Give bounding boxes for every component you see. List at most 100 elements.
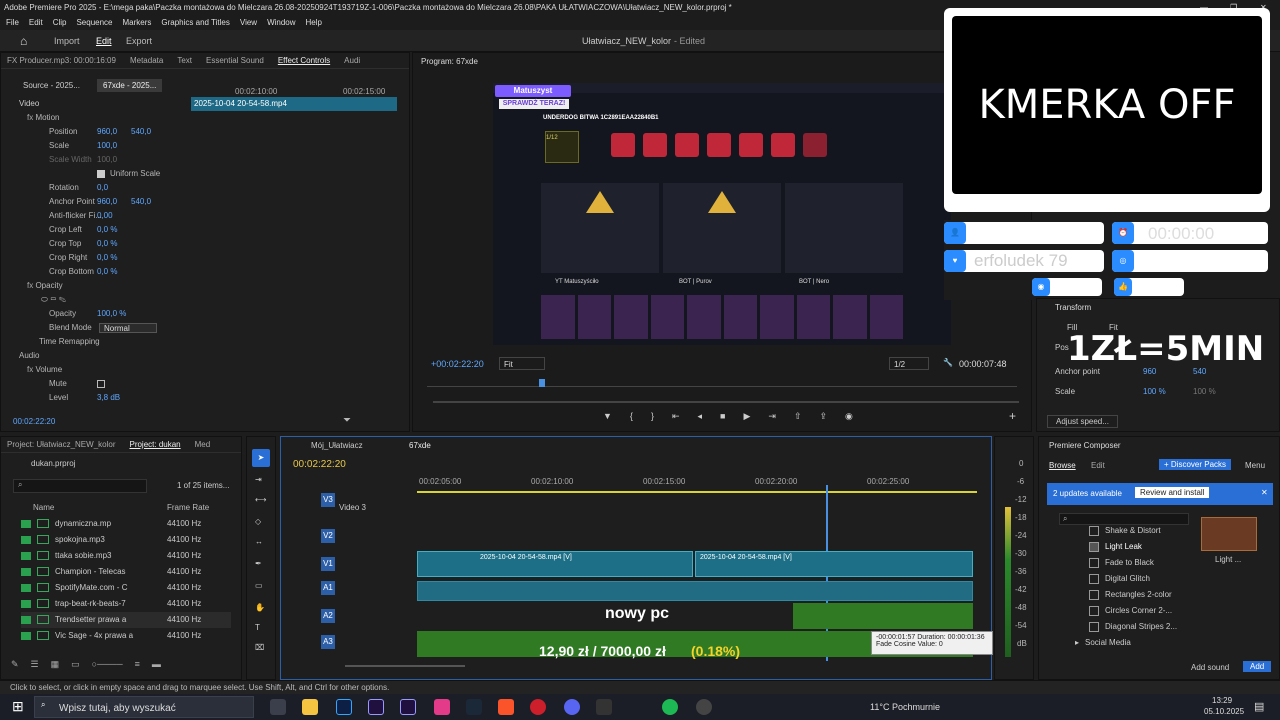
mute-checkbox[interactable]: [97, 380, 105, 388]
list-item[interactable]: Circles Corner 2-...: [1089, 603, 1209, 619]
play-icon[interactable]: ▶: [743, 411, 750, 425]
track-v1[interactable]: V1: [321, 557, 335, 571]
opera-icon[interactable]: [530, 699, 546, 715]
track-a3[interactable]: A3: [321, 635, 335, 649]
effect-row-motion[interactable]: fx Motion: [1, 111, 191, 125]
timeline-tab-67xde[interactable]: 67xde: [409, 441, 431, 450]
instagram-icon[interactable]: [434, 699, 450, 715]
list-item[interactable]: Fade to Black: [1089, 555, 1209, 571]
fit-select[interactable]: Fit: [499, 357, 545, 370]
notification-icon[interactable]: ▤: [1254, 700, 1264, 713]
pen-tool-icon[interactable]: ✒: [255, 559, 262, 568]
col-frame-rate[interactable]: Frame Rate: [167, 503, 209, 512]
freeform-view-icon[interactable]: ▭: [71, 659, 80, 673]
wrench-icon[interactable]: 🔧: [943, 358, 953, 367]
thumbnail[interactable]: [1201, 517, 1257, 551]
type-tool-icon[interactable]: T: [255, 623, 260, 632]
col-name[interactable]: Name: [33, 503, 54, 512]
review-install-button[interactable]: Review and install: [1135, 487, 1210, 498]
camera-icon[interactable]: ◉: [845, 411, 853, 425]
steam-icon[interactable]: [466, 699, 482, 715]
video-clip[interactable]: 2025-10-04 20-54-58.mp4 [V]: [695, 551, 973, 577]
effect-row-crop-left[interactable]: Crop Left 0,0 %: [1, 223, 191, 237]
hand-tool-icon[interactable]: ✋: [255, 603, 265, 612]
effect-row-blend-mode[interactable]: Blend Mode Normal: [1, 321, 191, 335]
quality-select[interactable]: 1/2: [889, 357, 929, 370]
anchor-y[interactable]: 540: [1193, 367, 1206, 376]
list-item[interactable]: Vic Sage - 4x prawa a 44100 Hz: [21, 628, 231, 644]
program-playhead[interactable]: [539, 379, 545, 387]
anchor-x[interactable]: 960: [1143, 367, 1156, 376]
tab-project-dukan[interactable]: Project: dukan: [129, 437, 180, 452]
effect-row-time-remapping[interactable]: Time Remapping: [1, 335, 191, 349]
mark-in-icon[interactable]: {: [630, 411, 633, 425]
source-tab[interactable]: Source - 2025...: [23, 81, 80, 90]
clip-bar[interactable]: 2025-10-04 20-54-58.mp4: [191, 97, 397, 111]
sequence-tab[interactable]: 67xde - 2025...: [97, 79, 163, 92]
effect-row-volume[interactable]: fx Volume: [1, 363, 191, 377]
effect-row-anti-flicker[interactable]: Anti-flicker Fi... 0,00: [1, 209, 191, 223]
tab-project-ulatwiacz[interactable]: Project: Ułatwiacz_NEW_kolor: [7, 437, 115, 452]
folder-icon[interactable]: ▬: [152, 659, 161, 673]
list-item[interactable]: Light Leak: [1089, 539, 1209, 555]
program-zoom-bar[interactable]: [433, 401, 1019, 403]
list-item[interactable]: Champion - Telecas 44100 Hz: [21, 564, 231, 580]
after-effects-icon[interactable]: [368, 699, 384, 715]
add-button[interactable]: Add: [1243, 661, 1272, 672]
file-explorer-icon[interactable]: [302, 699, 318, 715]
stop-icon[interactable]: ■: [720, 411, 725, 425]
effect-row-uniform-scale[interactable]: Uniform Scale: [1, 167, 191, 181]
go-to-in-icon[interactable]: ⇤: [672, 411, 680, 425]
mark-out-icon[interactable]: }: [651, 411, 654, 425]
list-item[interactable]: dynamiczna.mp 44100 Hz: [21, 516, 231, 532]
list-item[interactable]: ▸ Social Media: [1075, 635, 1195, 651]
menu-view[interactable]: View: [240, 16, 257, 30]
menu-help[interactable]: Help: [306, 16, 322, 30]
zoom-slider[interactable]: ○────: [92, 659, 123, 673]
taskbar-search-input[interactable]: ⌕ Wpisz tutaj, aby wyszukać: [34, 696, 254, 718]
icon-view-icon[interactable]: ▦: [51, 659, 60, 673]
windows-start-icon[interactable]: ⊞: [12, 698, 24, 715]
tab-text[interactable]: Text: [177, 53, 192, 68]
list-item[interactable]: Digital Glitch: [1089, 571, 1209, 587]
effect-row-level[interactable]: Level 3,8 dB: [1, 391, 191, 405]
scale-value-1[interactable]: 100 %: [1143, 387, 1166, 396]
track-v3[interactable]: V3: [321, 493, 335, 507]
add-sound-toggle[interactable]: Add sound: [1191, 663, 1229, 672]
menu-file[interactable]: File: [6, 16, 19, 30]
go-to-out-icon[interactable]: ⇥: [768, 411, 776, 425]
spotify-icon[interactable]: [662, 699, 678, 715]
clock-time[interactable]: 13:29: [1212, 696, 1232, 705]
sort-icon[interactable]: ≡: [135, 659, 140, 673]
menu-clip[interactable]: Clip: [53, 16, 67, 30]
step-back-icon[interactable]: ◂: [698, 411, 703, 425]
rect-mask-icon[interactable]: ▭: [50, 295, 56, 304]
ripple-edit-icon[interactable]: ⟷: [255, 495, 266, 504]
effect-row-scale[interactable]: Scale 100,0: [1, 139, 191, 153]
list-item[interactable]: Trendsetter prawa a 44100 Hz: [21, 612, 231, 628]
blend-mode-select[interactable]: Normal: [99, 323, 157, 333]
list-item[interactable]: spokojna.mp3 44100 Hz: [21, 532, 231, 548]
filter-icon[interactable]: ⏷: [343, 415, 351, 426]
rectangle-tool-icon[interactable]: ▭: [255, 581, 263, 590]
premiere-icon[interactable]: [400, 699, 416, 715]
audio-clip-a2[interactable]: [793, 603, 973, 629]
effect-row-crop-bottom[interactable]: Crop Bottom 0,0 %: [1, 265, 191, 279]
list-item[interactable]: Diagonal Stripes 2...: [1089, 619, 1209, 635]
uniform-scale-checkbox[interactable]: [97, 169, 105, 178]
list-item[interactable]: Rectangles 2-color: [1089, 587, 1209, 603]
menu-markers[interactable]: Markers: [123, 16, 152, 30]
github-icon[interactable]: [696, 699, 712, 715]
effect-row-position[interactable]: Position 960,0 540,0: [1, 125, 191, 139]
brave-icon[interactable]: [498, 699, 514, 715]
tab-media[interactable]: Med: [195, 437, 211, 452]
ellipse-mask-icon[interactable]: ⬭: [41, 295, 48, 304]
track-v2[interactable]: V2: [321, 529, 335, 543]
track-a2[interactable]: A2: [321, 609, 335, 623]
effect-row-opacity[interactable]: Opacity 100,0 %: [1, 307, 191, 321]
video-clip[interactable]: 2025-10-04 20-54-58.mp4 [V]: [417, 551, 693, 577]
list-item[interactable]: SpotifyMate.com - C 44100 Hz: [21, 580, 231, 596]
composer-edit-tab[interactable]: Edit: [1091, 461, 1105, 470]
composer-menu-button[interactable]: Menu: [1245, 461, 1265, 470]
slip-icon[interactable]: ↔: [255, 537, 263, 546]
